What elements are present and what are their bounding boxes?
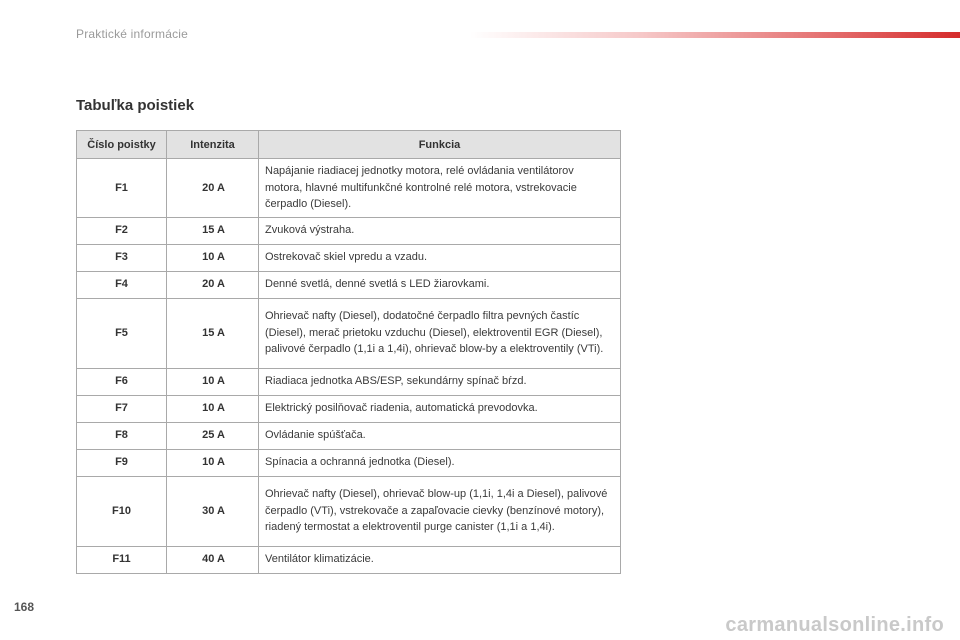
table-row: F9 10 A Spínacia a ochranná jednotka (Di…	[76, 448, 621, 477]
column-header-number: Číslo poistky	[76, 130, 167, 159]
header-accent-bar	[470, 32, 960, 38]
page-number: 168	[14, 600, 35, 614]
table-row: F1 20 A Napájanie riadiacej jednotky mot…	[76, 158, 621, 218]
fuse-ampere: 10 A	[166, 448, 259, 477]
fuse-number: F6	[76, 367, 167, 396]
table-header-row: Číslo poistky Intenzita Funkcia	[76, 130, 621, 159]
fuse-ampere: 30 A	[166, 475, 259, 547]
fuse-ampere: 10 A	[166, 243, 259, 272]
fuse-ampere: 25 A	[166, 421, 259, 450]
fuse-ampere: 40 A	[166, 545, 259, 574]
fuse-function: Ostrekovač skiel vpredu a vzadu.	[258, 243, 621, 272]
fuse-function: Ovládanie spúšťača.	[258, 421, 621, 450]
fuse-function: Ohrievač nafty (Diesel), ohrievač blow-u…	[258, 475, 621, 547]
fuse-function: Elektrický posilňovač riadenia, automati…	[258, 394, 621, 423]
fuse-function: Riadiaca jednotka ABS/ESP, sekundárny sp…	[258, 367, 621, 396]
section-title: Tabuľka poistiek	[76, 97, 195, 114]
fuse-function: Napájanie riadiacej jednotky motora, rel…	[258, 158, 621, 218]
table-row: F2 15 A Zvuková výstraha.	[76, 216, 621, 245]
fuse-ampere: 10 A	[166, 367, 259, 396]
fuse-ampere: 15 A	[166, 297, 259, 369]
watermark: carmanualsonline.info	[725, 614, 944, 636]
fuse-function: Denné svetlá, denné svetlá s LED žiarovk…	[258, 270, 621, 299]
column-header-ampere: Intenzita	[166, 130, 259, 159]
table-row: F3 10 A Ostrekovač skiel vpredu a vzadu.	[76, 243, 621, 272]
fuse-table: Číslo poistky Intenzita Funkcia F1 20 A …	[76, 130, 621, 574]
fuse-number: F10	[76, 475, 167, 547]
column-header-function: Funkcia	[258, 130, 621, 159]
fuse-number: F9	[76, 448, 167, 477]
table-row: F5 15 A Ohrievač nafty (Diesel), dodatoč…	[76, 297, 621, 369]
table-row: F11 40 A Ventilátor klimatizácie.	[76, 545, 621, 574]
table-row: F7 10 A Elektrický posilňovač riadenia, …	[76, 394, 621, 423]
table-row: F10 30 A Ohrievač nafty (Diesel), ohriev…	[76, 475, 621, 547]
table-row: F8 25 A Ovládanie spúšťača.	[76, 421, 621, 450]
fuse-number: F4	[76, 270, 167, 299]
fuse-ampere: 20 A	[166, 270, 259, 299]
fuse-number: F7	[76, 394, 167, 423]
fuse-function: Spínacia a ochranná jednotka (Diesel).	[258, 448, 621, 477]
fuse-function: Ventilátor klimatizácie.	[258, 545, 621, 574]
fuse-number: F3	[76, 243, 167, 272]
fuse-ampere: 20 A	[166, 158, 259, 218]
page-header-title: Praktické informácie	[76, 27, 189, 41]
fuse-ampere: 15 A	[166, 216, 259, 245]
fuse-function: Zvuková výstraha.	[258, 216, 621, 245]
table-row: F4 20 A Denné svetlá, denné svetlá s LED…	[76, 270, 621, 299]
fuse-number: F1	[76, 158, 167, 218]
fuse-ampere: 10 A	[166, 394, 259, 423]
fuse-number: F8	[76, 421, 167, 450]
fuse-number: F11	[76, 545, 167, 574]
fuse-number: F5	[76, 297, 167, 369]
table-row: F6 10 A Riadiaca jednotka ABS/ESP, sekun…	[76, 367, 621, 396]
fuse-number: F2	[76, 216, 167, 245]
fuse-function: Ohrievač nafty (Diesel), dodatočné čerpa…	[258, 297, 621, 369]
